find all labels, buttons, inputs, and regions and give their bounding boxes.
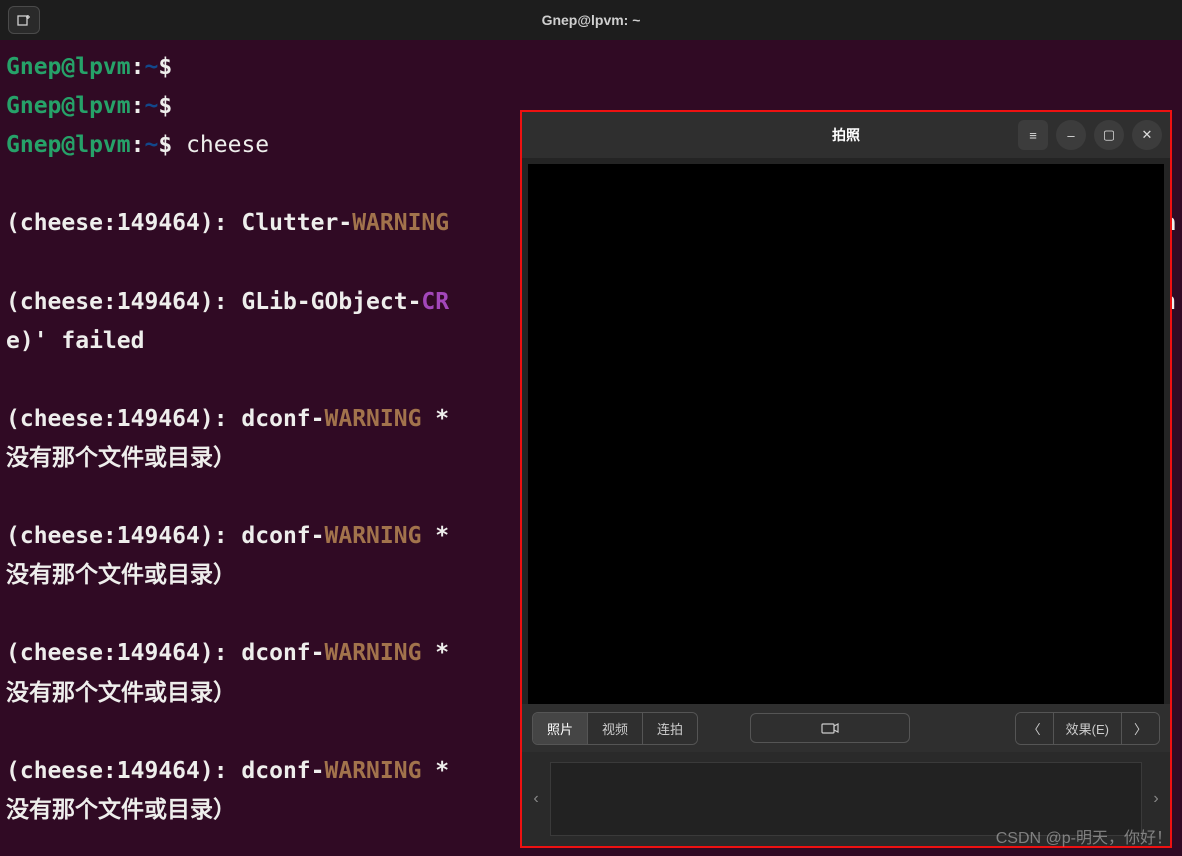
log-line: (cheese:149464): dconf- xyxy=(6,523,325,549)
log-line: * xyxy=(421,640,449,666)
prompt-colon: : xyxy=(131,132,145,158)
prompt-user: Gnep@lpvm xyxy=(6,132,131,158)
chevron-left-icon: ‹ xyxy=(533,790,538,807)
log-critical: CR xyxy=(421,289,449,315)
prompt-path: ~ xyxy=(144,54,158,80)
chevron-right-icon: › xyxy=(1153,790,1158,807)
maximize-icon: ▢ xyxy=(1103,127,1115,143)
capture-button[interactable] xyxy=(750,713,910,743)
chevron-right-icon: 〉 xyxy=(1134,719,1147,738)
thumbnail-strip: ‹ › xyxy=(522,752,1170,846)
close-icon: ✕ xyxy=(1142,127,1153,143)
log-line: (cheese:149464): dconf- xyxy=(6,406,325,432)
maximize-button[interactable]: ▢ xyxy=(1094,120,1124,150)
effects-button[interactable]: 效果(E) xyxy=(1054,713,1122,744)
log-line: 没有那个文件或目录） xyxy=(6,797,236,823)
log-line: 没有那个文件或目录） xyxy=(6,445,236,471)
close-button[interactable]: ✕ xyxy=(1132,120,1162,150)
thumb-prev-button[interactable]: ‹ xyxy=(528,790,544,808)
terminal-command: cheese xyxy=(186,132,269,158)
thumbnail-area[interactable] xyxy=(550,762,1142,836)
mode-group: 照片 视频 连拍 xyxy=(532,712,698,745)
hamburger-icon: ≡ xyxy=(1029,128,1037,143)
terminal-titlebar: Gnep@lpvm: ~ xyxy=(0,0,1182,40)
log-line: 没有那个文件或目录） xyxy=(6,680,236,706)
prompt-dollar: $ xyxy=(158,132,172,158)
mode-burst-button[interactable]: 连拍 xyxy=(643,713,697,744)
prompt-path: ~ xyxy=(144,132,158,158)
hamburger-menu-button[interactable]: ≡ xyxy=(1018,120,1048,150)
new-tab-icon xyxy=(17,13,31,27)
effects-prev-button[interactable]: 〈 xyxy=(1016,713,1054,744)
cheese-header: 拍照 ≡ – ▢ ✕ xyxy=(522,112,1170,158)
log-line: (cheese:149464): Clutter- xyxy=(6,210,352,236)
effects-group: 〈 效果(E) 〉 xyxy=(1015,712,1160,745)
log-line: e)' failed xyxy=(6,328,144,354)
camera-viewport xyxy=(528,164,1164,704)
prompt-dollar: $ xyxy=(158,54,172,80)
window-controls: ≡ – ▢ ✕ xyxy=(1018,120,1162,150)
prompt-colon: : xyxy=(131,93,145,119)
log-warning: WARNING xyxy=(352,210,449,236)
log-warning: WARNING xyxy=(325,758,422,784)
mode-video-button[interactable]: 视频 xyxy=(588,713,643,744)
new-tab-button[interactable] xyxy=(8,6,40,34)
prompt-path: ~ xyxy=(144,93,158,119)
log-warning: WARNING xyxy=(325,523,422,549)
window-title: Gnep@lpvm: ~ xyxy=(0,12,1182,28)
mode-photo-button[interactable]: 照片 xyxy=(533,713,588,744)
log-line: (cheese:149464): GLib-GObject- xyxy=(6,289,421,315)
log-warning: WARNING xyxy=(325,406,422,432)
prompt-user: Gnep@lpvm xyxy=(6,54,131,80)
prompt-user: Gnep@lpvm xyxy=(6,93,131,119)
minimize-icon: – xyxy=(1067,128,1074,143)
log-line: * xyxy=(421,758,449,784)
log-warning: WARNING xyxy=(325,640,422,666)
prompt-colon: : xyxy=(131,54,145,80)
log-line: (cheese:149464): dconf- xyxy=(6,640,325,666)
cheese-window: 拍照 ≡ – ▢ ✕ 照片 视频 连拍 〈 效果(E) 〉 ‹ › xyxy=(520,110,1172,848)
camera-icon xyxy=(821,721,839,735)
log-line: * xyxy=(421,406,449,432)
chevron-left-icon: 〈 xyxy=(1028,719,1041,738)
log-line: 没有那个文件或目录） xyxy=(6,562,236,588)
thumb-next-button[interactable]: › xyxy=(1148,790,1164,808)
log-line: (cheese:149464): dconf- xyxy=(6,758,325,784)
cheese-toolbar: 照片 视频 连拍 〈 效果(E) 〉 xyxy=(522,704,1170,752)
effects-next-button[interactable]: 〉 xyxy=(1122,713,1159,744)
prompt-dollar: $ xyxy=(158,93,172,119)
log-line: * xyxy=(421,523,449,549)
minimize-button[interactable]: – xyxy=(1056,120,1086,150)
